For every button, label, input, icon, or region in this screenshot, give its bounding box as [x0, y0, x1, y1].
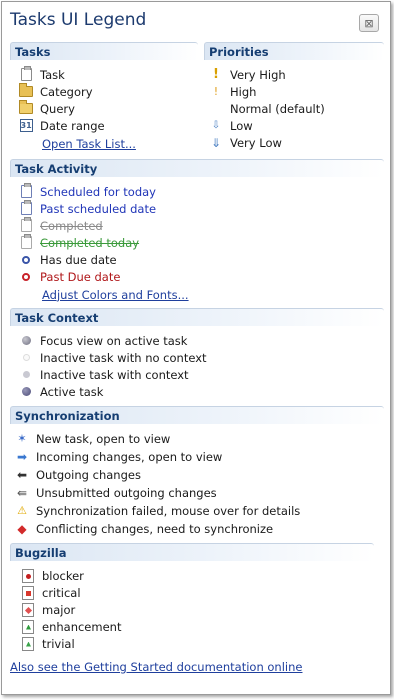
tasks-ui-legend-window: Tasks UI Legend ⊠ Tasks Task Category Qu…	[1, 1, 391, 695]
query-icon	[18, 100, 34, 117]
priority-low: ⇩ Low	[208, 117, 253, 134]
sync-conflict: ◆ Conflicting changes, need to synchroni…	[14, 520, 273, 537]
legend-item-query: Query	[18, 100, 75, 117]
context-focus-view: Focus view on active task	[18, 332, 187, 349]
task-icon	[18, 234, 34, 251]
bugzilla-enhancement: enhancement	[20, 618, 121, 635]
inactive-no-context-icon	[18, 350, 34, 366]
context-active-task: Active task	[18, 383, 103, 400]
critical-icon	[20, 585, 36, 601]
task-activity-heading: Task Activity	[10, 159, 384, 177]
priority-very-high: ! Very High	[208, 66, 286, 83]
bugzilla-blocker: blocker	[20, 567, 84, 584]
context-inactive-with-context: Inactive task with context	[18, 366, 189, 383]
activity-past-scheduled: Past scheduled date	[18, 200, 156, 217]
bugzilla-critical: critical	[20, 584, 81, 601]
title-bar: Tasks UI Legend ⊠	[2, 2, 390, 38]
synchronization-heading: Synchronization	[10, 406, 384, 424]
priorities-section: Priorities ! Very High ! High Normal (de…	[204, 42, 384, 160]
outgoing-icon: ⬅	[16, 467, 28, 482]
window-title: Tasks UI Legend	[10, 10, 147, 30]
legend-item-date-range: 31 Date range	[18, 117, 105, 134]
conflict-icon: ◆	[17, 521, 27, 536]
activity-past-due: Past Due date	[18, 268, 120, 285]
activity-scheduled-today: Scheduled for today	[18, 183, 156, 200]
sync-outgoing: ⬅ Outgoing changes	[14, 466, 141, 483]
blocker-icon	[20, 568, 36, 584]
very-high-priority-icon: !	[213, 67, 219, 82]
category-icon	[18, 83, 34, 100]
priority-very-low: ⇓ Very Low	[208, 134, 282, 151]
inactive-context-icon	[18, 367, 34, 383]
getting-started-link[interactable]: Also see the Getting Started documentati…	[10, 658, 302, 675]
task-icon	[18, 200, 34, 217]
active-task-icon	[18, 384, 34, 400]
tasks-section: Tasks Task Category Query 31 Date range …	[10, 42, 198, 160]
incoming-icon: ➡	[16, 449, 28, 464]
priorities-heading: Priorities	[204, 42, 384, 60]
bugzilla-trivial: trivial	[20, 635, 75, 652]
sync-failed: ⚠ Synchronization failed, mouse over for…	[14, 502, 300, 519]
activity-completed-today: Completed today	[18, 234, 139, 251]
legend-item-category: Category	[18, 83, 93, 100]
priority-normal: Normal (default)	[230, 101, 325, 116]
adjust-colors-link[interactable]: Adjust Colors and Fonts...	[42, 286, 189, 303]
very-low-priority-icon: ⇓	[210, 135, 222, 150]
date-range-icon: 31	[19, 119, 33, 132]
sync-unsubmitted: ⇚ Unsubmitted outgoing changes	[14, 484, 217, 501]
legend-item-task: Task	[18, 66, 65, 83]
unsubmitted-icon: ⇚	[16, 485, 28, 500]
enhancement-icon	[20, 619, 36, 635]
focus-view-icon	[18, 333, 34, 349]
task-icon	[18, 66, 34, 83]
open-task-list-link[interactable]: Open Task List...	[42, 135, 136, 152]
close-button[interactable]: ⊠	[359, 14, 379, 32]
task-context-section: Task Context Focus view on active task I…	[10, 308, 384, 406]
sync-incoming: ➡ Incoming changes, open to view	[14, 448, 222, 465]
bugzilla-section: Bugzilla blocker critical major enhancem…	[10, 543, 374, 661]
bugzilla-major: major	[20, 601, 75, 618]
major-icon	[20, 602, 36, 618]
bugzilla-heading: Bugzilla	[10, 543, 374, 561]
high-priority-icon: !	[213, 85, 219, 98]
context-inactive-no-context: Inactive task with no context	[18, 349, 207, 366]
trivial-icon	[20, 636, 36, 652]
new-task-icon: ✶	[17, 432, 27, 445]
due-date-icon	[18, 252, 34, 268]
warning-icon: ⚠	[17, 504, 27, 517]
activity-completed: Completed	[18, 217, 103, 234]
task-activity-section: Task Activity Scheduled for today Past s…	[10, 159, 384, 303]
task-icon	[18, 183, 34, 200]
synchronization-section: Synchronization ✶ New task, open to view…	[10, 406, 384, 538]
task-context-heading: Task Context	[10, 308, 384, 326]
tasks-heading: Tasks	[10, 42, 198, 60]
priority-high: ! High	[208, 83, 257, 100]
overdue-icon	[18, 269, 34, 285]
activity-has-due-date: Has due date	[18, 251, 117, 268]
sync-new-task: ✶ New task, open to view	[14, 430, 170, 447]
low-priority-icon: ⇩	[211, 120, 221, 131]
task-icon	[18, 217, 34, 234]
close-icon: ⊠	[364, 16, 374, 30]
